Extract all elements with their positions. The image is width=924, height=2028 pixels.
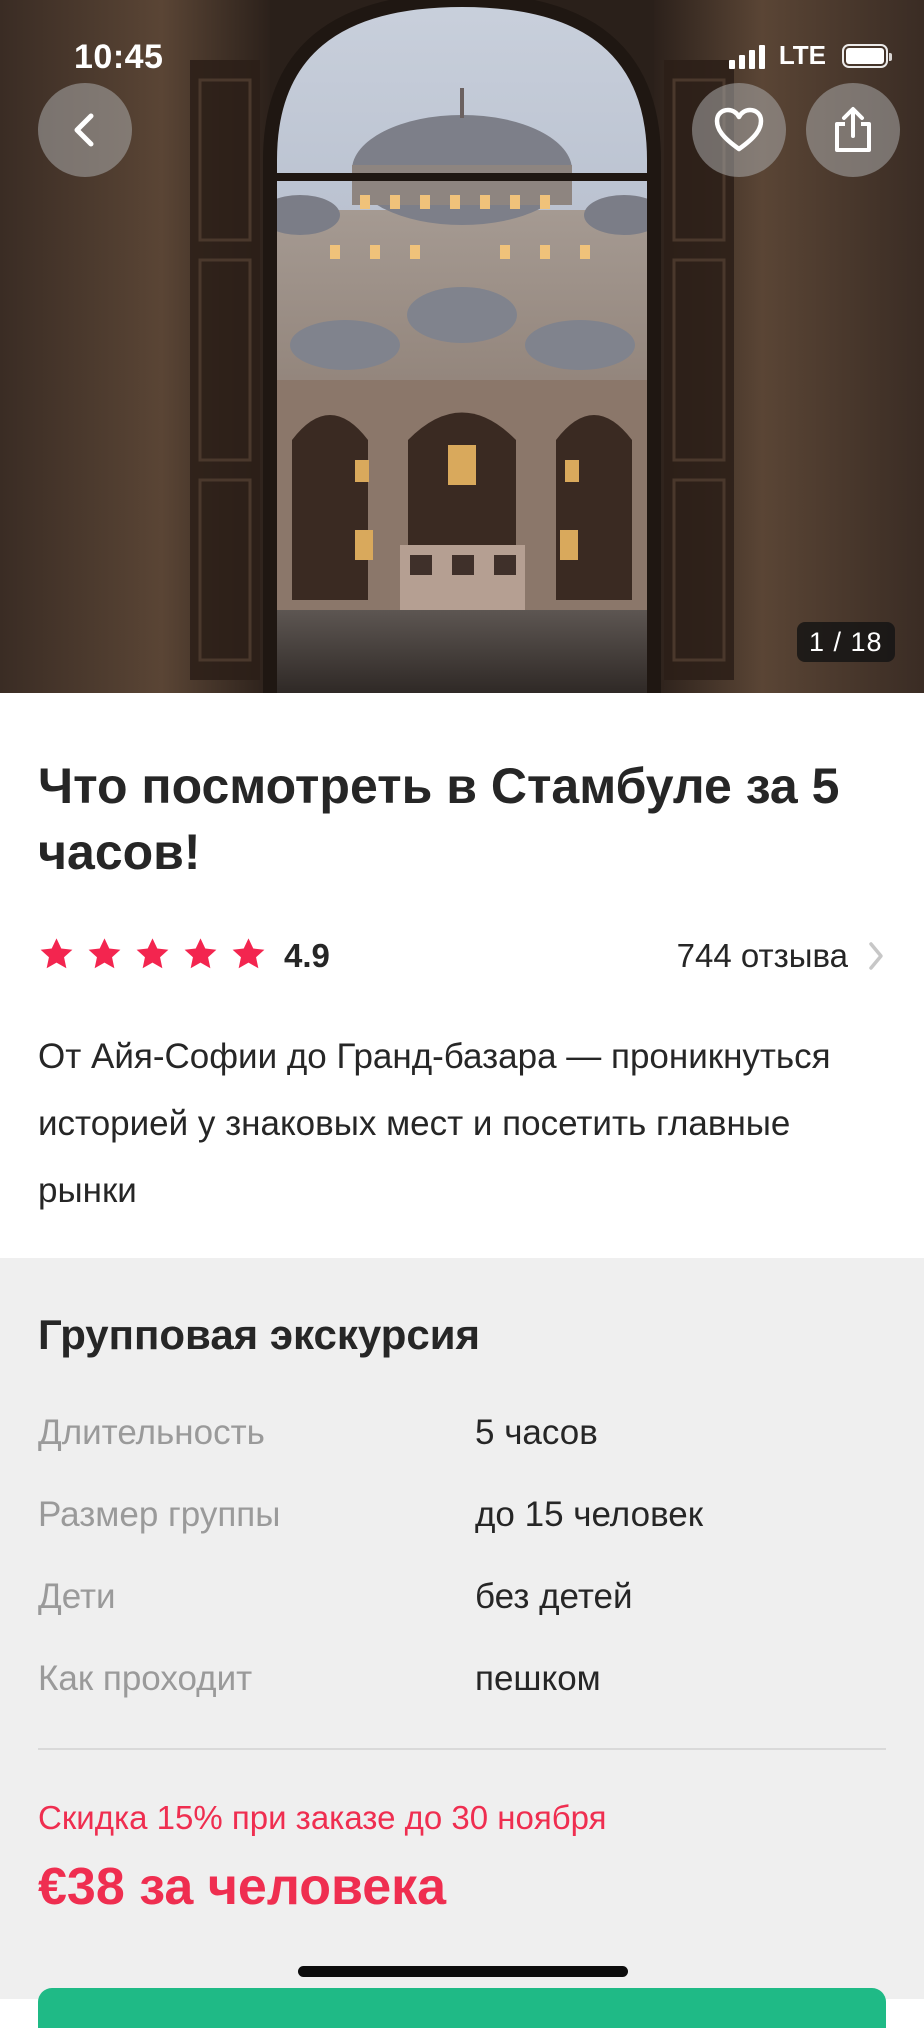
favorite-button[interactable] (692, 83, 786, 177)
home-indicator (298, 1966, 628, 1977)
heart-outline-icon (714, 107, 764, 152)
mosque-photo (0, 0, 924, 693)
rating-score: 4.9 (284, 937, 330, 974)
rating-row: 4.9 744 отзыва (38, 936, 888, 976)
star-icon (136, 938, 169, 969)
param-label: Длительность (38, 1413, 265, 1452)
param-value: пешком (475, 1659, 601, 1698)
photo-counter: 1 / 18 (797, 622, 895, 662)
tour-title: Что посмотреть в Стамбуле за 5 часов! (38, 758, 840, 880)
param-label: Дети (38, 1577, 116, 1616)
param-label: Как проходит (38, 1659, 253, 1698)
chevron-right-icon[interactable] (866, 940, 886, 972)
status-indicators: LTE (728, 40, 892, 71)
hero-gallery[interactable]: 10:45 LTE 1 / 18 (0, 0, 924, 693)
param-value: 5 часов (475, 1413, 598, 1452)
param-row-children: Дети без детей (38, 1572, 888, 1654)
rating-stars (38, 936, 267, 973)
param-row-group-size: Размер группы до 15 человек (38, 1490, 888, 1572)
signal-icon (728, 43, 765, 69)
share-button[interactable] (806, 83, 900, 177)
discount-note: Скидка 15% при заказе до 30 ноября (38, 1799, 607, 1836)
divider (38, 1748, 886, 1750)
param-row-format: Как проходит пешком (38, 1654, 888, 1736)
params-list: Длительность 5 часов Размер группы до 15… (38, 1408, 888, 1736)
chevron-left-icon (74, 113, 94, 147)
battery-icon (842, 43, 892, 68)
back-button[interactable] (38, 83, 132, 177)
tour-info: Что посмотреть в Стамбуле за 5 часов! 4.… (0, 693, 924, 1258)
star-icon (232, 938, 265, 969)
book-button[interactable] (38, 1988, 886, 2028)
section-title: Групповая экскурсия (38, 1311, 481, 1358)
param-row-duration: Длительность 5 часов (38, 1408, 888, 1490)
star-icon (184, 938, 217, 969)
tour-description: От Айя-Софии до Гранд-базара — проникнут… (38, 1037, 831, 1210)
share-icon (835, 107, 871, 152)
price: €38 за человека (38, 1858, 447, 1916)
reviews-link[interactable]: 744 отзыва (677, 936, 848, 976)
star-icon (88, 938, 121, 969)
param-label: Размер группы (38, 1495, 281, 1534)
network-type: LTE (778, 40, 826, 70)
param-value: без детей (475, 1577, 633, 1616)
param-value: до 15 человек (475, 1495, 704, 1534)
star-icon (40, 938, 73, 969)
tour-details: Групповая экскурсия Длительность 5 часов… (0, 1258, 924, 2028)
status-time: 10:45 (74, 38, 164, 76)
